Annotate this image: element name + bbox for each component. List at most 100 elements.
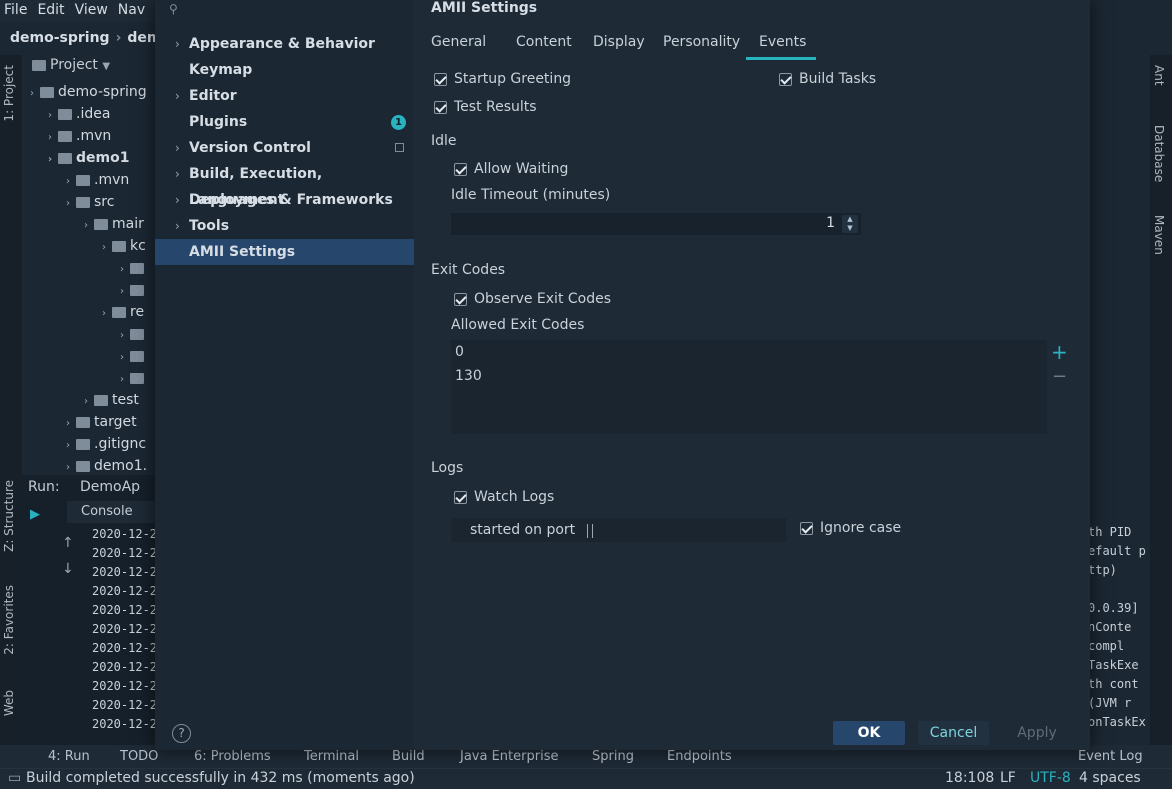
tree-item[interactable]: › xyxy=(120,257,148,279)
tree-item[interactable]: › re xyxy=(102,301,144,323)
tree-item[interactable]: › xyxy=(120,279,148,301)
tool-tab-java-enterprise[interactable]: Java Enterprise xyxy=(460,749,558,764)
tree-item[interactable]: › target xyxy=(66,411,137,433)
chevron-icon[interactable]: › xyxy=(66,435,76,457)
tree-item[interactable]: › demo-spring xyxy=(30,81,147,103)
tree-item[interactable]: › mair xyxy=(84,213,144,235)
chevron-icon[interactable]: › xyxy=(120,281,130,303)
cancel-button[interactable]: Cancel xyxy=(918,721,989,745)
tab-content[interactable]: Content xyxy=(516,34,572,50)
chevron-right-icon[interactable]: › xyxy=(175,135,180,161)
chevron-icon[interactable]: › xyxy=(66,413,76,435)
remove-icon[interactable]: − xyxy=(1052,366,1067,387)
arrow-down-icon[interactable]: ↓ xyxy=(62,561,74,577)
settings-nav-item[interactable]: › Editor xyxy=(155,83,414,109)
watch-logs-checkbox[interactable]: Watch Logs xyxy=(454,489,554,505)
chevron-icon[interactable]: › xyxy=(120,259,130,281)
tree-item[interactable]: › src xyxy=(66,191,114,213)
tree-item[interactable]: › test xyxy=(84,389,139,411)
menu-navigate[interactable]: Nav xyxy=(118,2,145,20)
settings-nav-item[interactable]: Keymap xyxy=(155,57,414,83)
settings-nav-item[interactable]: › Appearance & Behavior xyxy=(155,31,414,57)
observe-exit-codes-checkbox[interactable]: Observe Exit Codes xyxy=(454,291,611,307)
tab-general[interactable]: General xyxy=(431,34,486,50)
tree-item[interactable]: › xyxy=(120,345,148,367)
tab-display[interactable]: Display xyxy=(593,34,645,50)
tool-tab-endpoints[interactable]: Endpoints xyxy=(667,749,732,764)
settings-nav-item[interactable]: › Build, Execution, Deployment xyxy=(155,161,414,208)
chevron-icon[interactable]: › xyxy=(48,105,58,127)
add-icon[interactable]: + xyxy=(1051,340,1068,364)
menu-file[interactable]: File xyxy=(4,2,27,20)
settings-search[interactable]: ⚲ xyxy=(155,0,414,22)
exit-codes-list[interactable]: 0 130 xyxy=(451,340,1047,434)
chevron-icon[interactable]: › xyxy=(120,347,130,369)
menu-edit[interactable]: Edit xyxy=(37,2,64,20)
chevron-icon[interactable]: › xyxy=(66,171,76,193)
settings-nav-item[interactable]: › Tools xyxy=(155,213,414,239)
run-config-tab[interactable]: DemoAp xyxy=(80,479,140,495)
tool-tab-project[interactable]: 1: Project xyxy=(2,65,16,122)
tab-events[interactable]: Events xyxy=(759,34,806,50)
tool-tab-event-log[interactable]: Event Log xyxy=(1078,749,1143,764)
menu-view[interactable]: View xyxy=(75,2,108,20)
chevron-icon[interactable]: › xyxy=(84,215,94,237)
tool-tab-database[interactable]: Database xyxy=(1152,125,1166,182)
tool-tab-run[interactable]: 4: Run xyxy=(48,749,90,764)
settings-nav-item[interactable]: Plugins 1 xyxy=(155,109,414,135)
chevron-icon[interactable]: › xyxy=(102,237,112,259)
tree-item[interactable]: › kc xyxy=(102,235,146,257)
tree-item[interactable]: › xyxy=(120,367,148,389)
ignore-case-checkbox[interactable]: Ignore case xyxy=(800,520,901,536)
indent-setting[interactable]: 4 spaces xyxy=(1079,770,1141,786)
help-button[interactable]: ? xyxy=(172,724,191,743)
chevron-icon[interactable]: › xyxy=(48,149,58,171)
tool-tab-structure[interactable]: Z: Structure xyxy=(2,480,16,552)
tool-tab-build[interactable]: Build xyxy=(392,749,425,764)
chevron-right-icon[interactable]: › xyxy=(175,161,180,187)
log-pattern-input[interactable]: started on port xyxy=(451,518,786,542)
settings-nav-item[interactable]: AMII Settings xyxy=(155,239,414,265)
project-view-selector[interactable]: Project ▼ xyxy=(32,57,110,73)
chevron-icon[interactable]: › xyxy=(84,391,94,413)
caret-position[interactable]: 18:108 xyxy=(945,770,994,786)
chevron-right-icon[interactable]: › xyxy=(175,31,180,57)
list-item[interactable]: 0 xyxy=(455,344,464,360)
tool-tab-todo[interactable]: TODO xyxy=(120,749,158,764)
breadcrumb-item[interactable]: demo-spring xyxy=(10,30,110,48)
list-item[interactable]: 130 xyxy=(455,368,482,384)
chevron-icon[interactable]: › xyxy=(120,369,130,391)
chevron-right-icon[interactable]: › xyxy=(175,187,180,213)
tree-item[interactable]: › .gitignc xyxy=(66,433,146,455)
chevron-icon[interactable]: › xyxy=(66,193,76,215)
rerun-icon[interactable]: ▶ xyxy=(30,507,40,522)
tree-item[interactable]: › demo1 xyxy=(48,147,129,169)
chevron-right-icon[interactable]: › xyxy=(175,83,180,109)
tool-tab-web[interactable]: Web xyxy=(2,690,16,716)
chevron-icon[interactable]: › xyxy=(30,83,40,105)
tool-tab-problems[interactable]: 6: Problems xyxy=(194,749,271,764)
tree-item[interactable]: › demo1. xyxy=(66,455,147,477)
chevron-right-icon[interactable]: › xyxy=(175,213,180,239)
arrow-up-icon[interactable]: ↑ xyxy=(62,535,74,551)
spinner-arrows-icon[interactable]: ▲ ▼ xyxy=(842,215,858,233)
apply-button[interactable]: Apply xyxy=(1001,721,1073,745)
chevron-icon[interactable]: › xyxy=(120,325,130,347)
tool-tab-spring[interactable]: Spring xyxy=(592,749,634,764)
tool-tab-favorites[interactable]: 2: Favorites xyxy=(2,585,16,655)
idle-timeout-spinner[interactable]: 1 ▲ ▼ xyxy=(451,213,861,235)
allow-waiting-checkbox[interactable]: Allow Waiting xyxy=(454,161,568,177)
line-separator[interactable]: LF xyxy=(1000,770,1016,786)
startup-greeting-checkbox[interactable]: Startup Greeting xyxy=(434,71,571,87)
tab-personality[interactable]: Personality xyxy=(663,34,740,50)
console-tab[interactable]: Console xyxy=(67,501,162,523)
ok-button[interactable]: OK xyxy=(833,721,905,745)
tool-tab-ant[interactable]: Ant xyxy=(1152,65,1166,86)
tool-tab-maven[interactable]: Maven xyxy=(1152,215,1166,255)
chevron-icon[interactable]: › xyxy=(102,303,112,325)
status-message[interactable]: Build completed successfully in 432 ms (… xyxy=(26,770,415,786)
settings-nav-item[interactable]: › Version Control xyxy=(155,135,414,161)
file-encoding[interactable]: UTF-8 xyxy=(1030,770,1071,786)
chevron-icon[interactable]: › xyxy=(48,127,58,149)
tree-item[interactable]: › xyxy=(120,323,148,345)
